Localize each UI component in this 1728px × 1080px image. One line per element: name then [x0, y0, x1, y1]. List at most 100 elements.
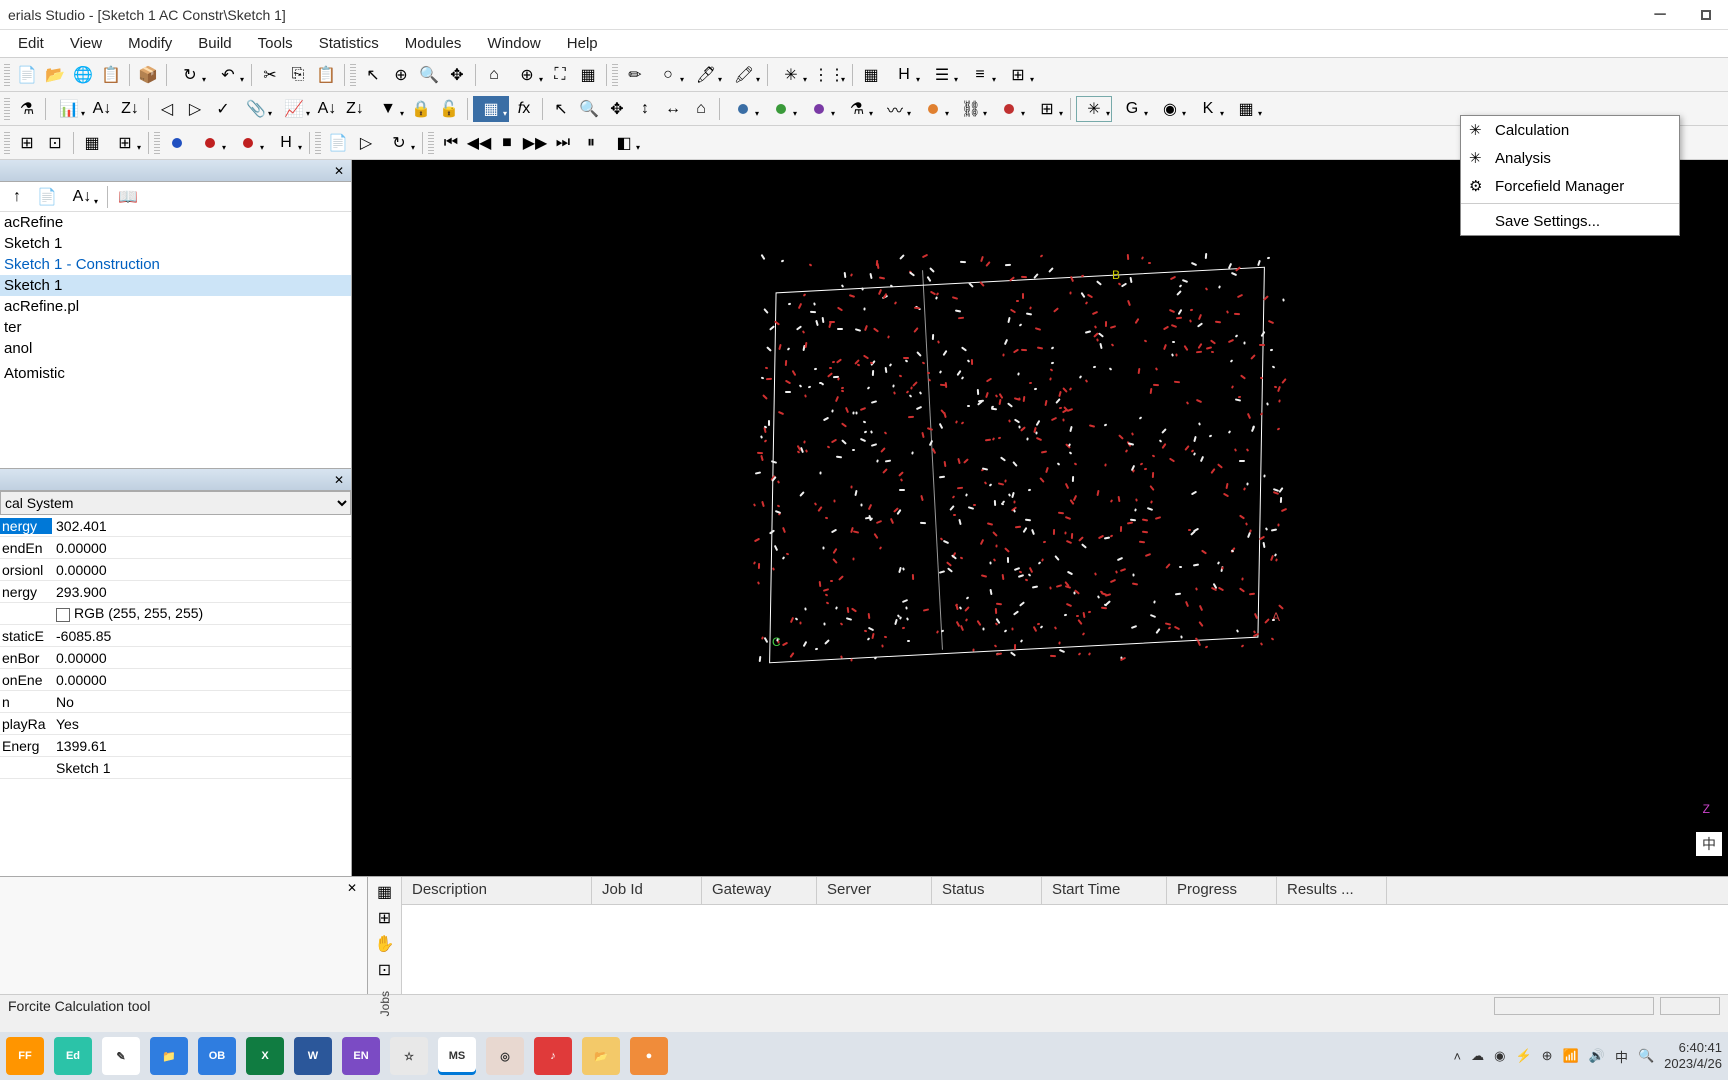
pointer2-icon[interactable]: ↖	[548, 96, 574, 122]
proj-up-icon[interactable]: ↑	[4, 184, 30, 210]
prev-icon[interactable]: ◀◀	[466, 130, 492, 156]
menu-item-ffmanager[interactable]: ⚙Forcefield Manager	[1461, 172, 1679, 200]
col-description[interactable]: Description	[402, 877, 592, 904]
taskbar-ink-icon[interactable]: ✎	[102, 1037, 140, 1075]
mod-green-icon[interactable]: ▾	[763, 96, 799, 122]
pan-icon[interactable]: ✥	[604, 96, 630, 122]
taskbar-en-icon[interactable]: EN	[342, 1037, 380, 1075]
list1-icon[interactable]: ☰▾	[924, 62, 960, 88]
tray-wifi-icon[interactable]: 📶	[1563, 1048, 1579, 1064]
pause-icon[interactable]: ⏸	[578, 130, 604, 156]
stop-icon[interactable]: ■	[494, 130, 520, 156]
cut-icon[interactable]: ✂	[257, 62, 283, 88]
mod-g-icon[interactable]: G▾	[1114, 96, 1150, 122]
step-back-icon[interactable]: ◁	[154, 96, 180, 122]
atom-blue-icon[interactable]	[164, 130, 190, 156]
atom-red-icon[interactable]: ▾	[192, 130, 228, 156]
menu-modify[interactable]: Modify	[116, 32, 184, 55]
zoom2-icon[interactable]: 🔍	[576, 96, 602, 122]
menu-item-analysis[interactable]: ✳Analysis	[1461, 144, 1679, 172]
taskbar-edge-dev-icon[interactable]: Ed	[54, 1037, 92, 1075]
atom-h-icon[interactable]: H▾	[268, 130, 304, 156]
col-status[interactable]: Status	[932, 877, 1042, 904]
chart2-icon[interactable]: 📈▾	[276, 96, 312, 122]
play-icon[interactable]: ▷	[353, 130, 379, 156]
home2-icon[interactable]: ⌂	[688, 96, 714, 122]
menu-tools[interactable]: Tools	[246, 32, 305, 55]
t3-d-icon[interactable]: ⊞▾	[107, 130, 143, 156]
menu-build[interactable]: Build	[186, 32, 243, 55]
taskbar-folder-icon[interactable]: 📂	[582, 1037, 620, 1075]
chart-icon[interactable]: 📊▾	[51, 96, 87, 122]
dots-icon[interactable]: ⋮⋮▾	[811, 62, 847, 88]
tree-item[interactable]: acRefine	[0, 212, 351, 233]
next-icon[interactable]: ▶▶	[522, 130, 548, 156]
rec-icon[interactable]: ◧▾	[606, 130, 642, 156]
copy-icon[interactable]: ⎘	[285, 62, 311, 88]
doc-icon[interactable]: 📋	[98, 62, 124, 88]
check-icon[interactable]: ✓	[210, 96, 236, 122]
menu-statistics[interactable]: Statistics	[307, 32, 391, 55]
mod-flask-icon[interactable]: ⚗▾	[839, 96, 875, 122]
taskbar-anime-icon[interactable]: ☆	[390, 1037, 428, 1075]
last-icon[interactable]: ⏭	[550, 130, 576, 156]
jobs-close-icon[interactable]: ✕	[347, 881, 363, 897]
proj-open-icon[interactable]: 📖	[115, 184, 141, 210]
tray-search-icon[interactable]: 🔍	[1638, 1048, 1654, 1064]
box-icon[interactable]: 📦	[135, 62, 161, 88]
tree-item[interactable]: Atomistic	[0, 363, 351, 384]
lock-icon[interactable]: 🔒	[408, 96, 434, 122]
taskbar-files-icon[interactable]: 📁	[150, 1037, 188, 1075]
fit-icon[interactable]: ⛶	[547, 62, 573, 88]
tray-volume-icon[interactable]: 🔊	[1589, 1048, 1605, 1064]
col-gateway[interactable]: Gateway	[702, 877, 817, 904]
jobs-btn1-icon[interactable]: ▦	[373, 881, 397, 903]
col-results[interactable]: Results ...	[1277, 877, 1387, 904]
forcite-icon[interactable]: ✳▾	[1076, 96, 1112, 122]
undo-icon[interactable]: ↶▾	[210, 62, 246, 88]
unlock-icon[interactable]: 🔓	[436, 96, 462, 122]
sort3-icon[interactable]: Z↓	[342, 96, 368, 122]
clock[interactable]: 6:40:41 2023/4/26	[1664, 1040, 1722, 1071]
pencil-icon[interactable]: ✏	[622, 62, 648, 88]
arrow-icon[interactable]: ↖	[360, 62, 386, 88]
open-icon[interactable]: 📂	[42, 62, 68, 88]
tray-icon[interactable]: ⚡	[1515, 1048, 1531, 1064]
sort-za-icon[interactable]: Z↓	[117, 96, 143, 122]
zoom-icon[interactable]: 🔍	[416, 62, 442, 88]
maximize-button[interactable]	[1692, 4, 1720, 26]
3d-viewport[interactable]: B A C Z 中	[352, 160, 1728, 876]
project-tree[interactable]: acRefine Sketch 1 Sketch 1 - Constructio…	[0, 212, 351, 468]
center-icon[interactable]: ⊕▾	[509, 62, 545, 88]
taskbar-excel-icon[interactable]: X	[246, 1037, 284, 1075]
mod-wave-icon[interactable]: 〰▾	[877, 96, 913, 122]
t3-a-icon[interactable]: ⊞	[14, 130, 40, 156]
mod-red-icon[interactable]: ▾	[991, 96, 1027, 122]
jobs-btn2-icon[interactable]: ⊞	[373, 907, 397, 929]
tree-item[interactable]: acRefine.pl	[0, 296, 351, 317]
taskbar-netease-icon[interactable]: ♪	[534, 1037, 572, 1075]
home-icon[interactable]: ⌂	[481, 62, 507, 88]
menu-view[interactable]: View	[58, 32, 114, 55]
clip-icon[interactable]: 📎▾	[238, 96, 274, 122]
step-fwd-icon[interactable]: ▷	[182, 96, 208, 122]
mod-last-icon[interactable]: ▦▾	[1228, 96, 1264, 122]
list2-icon[interactable]: ≡▾	[962, 62, 998, 88]
menu-edit[interactable]: Edit	[6, 32, 56, 55]
project-close-icon[interactable]: ✕	[331, 163, 347, 179]
taskbar-word-icon[interactable]: W	[294, 1037, 332, 1075]
loop-icon[interactable]: ↻▾	[381, 130, 417, 156]
rotate-icon[interactable]: ⊕	[388, 62, 414, 88]
properties-filter-select[interactable]: cal System	[0, 491, 351, 515]
tree-item[interactable]: ter	[0, 317, 351, 338]
tree-item-selected[interactable]: Sketch 1	[0, 275, 351, 296]
tray-icon[interactable]: ◉	[1494, 1048, 1505, 1064]
new-icon[interactable]: 📄	[14, 62, 40, 88]
filter-icon[interactable]: ▼▾	[370, 96, 406, 122]
mod-chain-icon[interactable]: ⛓▾	[953, 96, 989, 122]
mod-purple-icon[interactable]: ▾	[801, 96, 837, 122]
taskbar-firefox-icon[interactable]: FF	[6, 1037, 44, 1075]
taskbar-obs-icon[interactable]: OB	[198, 1037, 236, 1075]
sort2-icon[interactable]: A↓	[314, 96, 340, 122]
menu-modules[interactable]: Modules	[393, 32, 474, 55]
